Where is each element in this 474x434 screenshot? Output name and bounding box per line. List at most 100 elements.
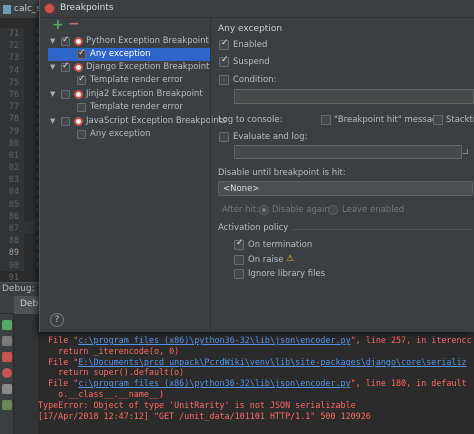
- console-text: File ": [38, 356, 79, 367]
- after-hit-label: After hit:: [222, 205, 260, 215]
- console-text: return _iterencode(o, 0): [38, 345, 180, 356]
- log-to-console-label: Log to console:: [218, 115, 283, 125]
- ignore-library-label: Ignore library files: [248, 269, 326, 279]
- line-number[interactable]: 82: [0, 162, 24, 174]
- line-number[interactable]: 90: [0, 260, 24, 272]
- on-termination-checkbox[interactable]: [234, 238, 244, 250]
- settings-icon[interactable]: [2, 400, 12, 410]
- expand-arrow-icon[interactable]: ▼: [50, 115, 55, 128]
- disable-again-radio[interactable]: [259, 205, 269, 215]
- line-number[interactable]: 84: [0, 186, 24, 198]
- evaluate-log-input[interactable]: [234, 145, 462, 159]
- expand-arrow-icon[interactable]: ▼: [50, 88, 55, 101]
- console-line: File "c:\program files (x86)\python36-32…: [38, 335, 474, 346]
- activation-policy-separator: [292, 229, 472, 230]
- condition-label: Condition:: [233, 75, 277, 85]
- pause-icon[interactable]: [2, 336, 12, 346]
- line-number[interactable]: 89: [0, 247, 24, 259]
- breakpoint-checkbox[interactable]: [61, 117, 70, 126]
- resume-icon[interactable]: [2, 320, 12, 330]
- breakpoints-tree[interactable]: ▼ Python Exception Breakpoint Any exceptio…: [48, 33, 226, 303]
- breakpoint-icon: [44, 3, 55, 14]
- breakpoint-checkbox[interactable]: [77, 103, 86, 112]
- debug-side-toolbar: [0, 314, 14, 434]
- breakpoint-group-row[interactable]: ▼ Django Exception Breakpoint: [48, 61, 210, 74]
- line-number[interactable]: 87: [0, 223, 24, 235]
- evaluate-log-checkbox[interactable]: [219, 132, 229, 142]
- breakpoint-label: Template render error: [90, 102, 183, 112]
- line-number[interactable]: 80: [0, 138, 24, 150]
- console-output[interactable]: File "c:\program files (x86)\python36-32…: [38, 335, 474, 434]
- breakpoint-checkbox[interactable]: [61, 90, 70, 99]
- console-text: File ": [38, 335, 79, 345]
- console-file-link[interactable]: c:\program files (x86)\python36-32\lib\j…: [78, 335, 350, 345]
- expand-arrow-icon[interactable]: ▼: [50, 35, 55, 48]
- debug-label: Debug:: [2, 284, 35, 294]
- editor-gutter[interactable]: 71 72 73 74 75 76 77 78 79 80 81 82 83 84 85 86 87 88 89 90…: [0, 28, 24, 307]
- breakpoint-label: Any exception: [90, 129, 151, 139]
- breakpoint-row[interactable]: Any exception: [48, 128, 210, 141]
- line-number[interactable]: 75: [0, 77, 24, 89]
- suspend-checkbox[interactable]: [219, 55, 229, 67]
- breakpoint-label: Any exception: [90, 49, 151, 59]
- breakpoint-checkbox[interactable]: [77, 130, 86, 139]
- line-number[interactable]: 77: [0, 101, 24, 113]
- console-file-link[interactable]: c:\program files (x86)\python36-32\lib\j…: [78, 378, 350, 388]
- suspend-label: Suspend: [233, 57, 270, 67]
- condition-input[interactable]: [234, 89, 474, 104]
- on-raise-label: On raise: [248, 255, 284, 265]
- console-gutter: [14, 314, 38, 434]
- breakpoint-row[interactable]: Template render error: [48, 101, 210, 114]
- stop-icon[interactable]: [2, 352, 12, 362]
- python-file-icon: [3, 5, 11, 14]
- breakpoint-label: Jinja2 Exception Breakpoint: [86, 89, 203, 99]
- line-number[interactable]: 88: [0, 235, 24, 247]
- on-raise-checkbox[interactable]: [234, 255, 244, 265]
- breakpoints-dialog: Breakpoints + − ▼ Python Exception Breakp…: [39, 0, 474, 332]
- breakpoint-checkbox[interactable]: [77, 74, 86, 85]
- breakpoint-checkbox[interactable]: [61, 61, 70, 72]
- add-breakpoint-button[interactable]: +: [52, 18, 64, 32]
- line-number[interactable]: 83: [0, 174, 24, 186]
- help-button[interactable]: ?: [50, 313, 64, 327]
- line-number[interactable]: 76: [0, 89, 24, 101]
- breakpoint-label: JavaScript Exception Breakpoints: [86, 116, 227, 126]
- line-number[interactable]: 73: [0, 52, 24, 64]
- breakpoint-group-row[interactable]: ▼ Jinja2 Exception Breakpoint: [48, 88, 210, 101]
- breakpoint-row[interactable]: Any exception: [48, 48, 210, 61]
- breakpoint-row[interactable]: Template render error: [48, 74, 210, 87]
- exception-breakpoint-icon: [74, 117, 83, 126]
- ignore-library-checkbox[interactable]: [234, 269, 244, 279]
- console-line: File "E:\Documents\prcd_unpack\PcrdWiki\…: [38, 357, 474, 368]
- line-number[interactable]: 74: [0, 65, 24, 77]
- expand-arrow-icon[interactable]: ▼: [50, 61, 55, 74]
- console-text: ", line 180, in default: [350, 378, 467, 389]
- mute-breakpoints-icon[interactable]: [2, 384, 12, 394]
- bp-hit-message-checkbox[interactable]: [321, 115, 331, 125]
- view-breakpoints-icon[interactable]: [2, 368, 12, 378]
- panel-splitter[interactable]: [210, 18, 211, 332]
- breakpoint-group-row[interactable]: ▼ JavaScript Exception Breakpoints: [48, 115, 226, 128]
- line-number[interactable]: 85: [0, 199, 24, 211]
- line-number[interactable]: 78: [0, 113, 24, 125]
- breakpoint-checkbox[interactable]: [77, 48, 86, 59]
- remove-breakpoint-button[interactable]: −: [68, 17, 80, 31]
- leave-enabled-radio[interactable]: [328, 205, 338, 215]
- line-number[interactable]: 72: [0, 40, 24, 52]
- stacktrace-checkbox[interactable]: [433, 115, 443, 125]
- line-number[interactable]: 79: [0, 126, 24, 138]
- breakpoint-group-row[interactable]: ▼ Python Exception Breakpoint: [48, 35, 210, 48]
- console-line: [17/Apr/2018 12:47:12] "GET /unit_data/1…: [38, 411, 474, 422]
- line-number[interactable]: 86: [0, 211, 24, 223]
- console-text: TypeError: Object of type 'UnitRarity' i…: [38, 399, 356, 410]
- dialog-titlebar[interactable]: Breakpoints: [40, 0, 474, 18]
- condition-checkbox[interactable]: [219, 75, 229, 85]
- expand-icon[interactable]: [463, 149, 468, 154]
- enabled-checkbox[interactable]: [219, 38, 229, 50]
- breakpoint-checkbox[interactable]: [61, 35, 70, 46]
- disable-until-select[interactable]: <None>: [218, 181, 473, 196]
- console-file-link[interactable]: E:\Documents\prcd_unpack\PcrdWiki\venv\l…: [78, 357, 466, 367]
- stacktrace-label: Stacktrace: [446, 115, 474, 125]
- line-number[interactable]: 71: [0, 28, 24, 40]
- line-number[interactable]: 81: [0, 150, 24, 162]
